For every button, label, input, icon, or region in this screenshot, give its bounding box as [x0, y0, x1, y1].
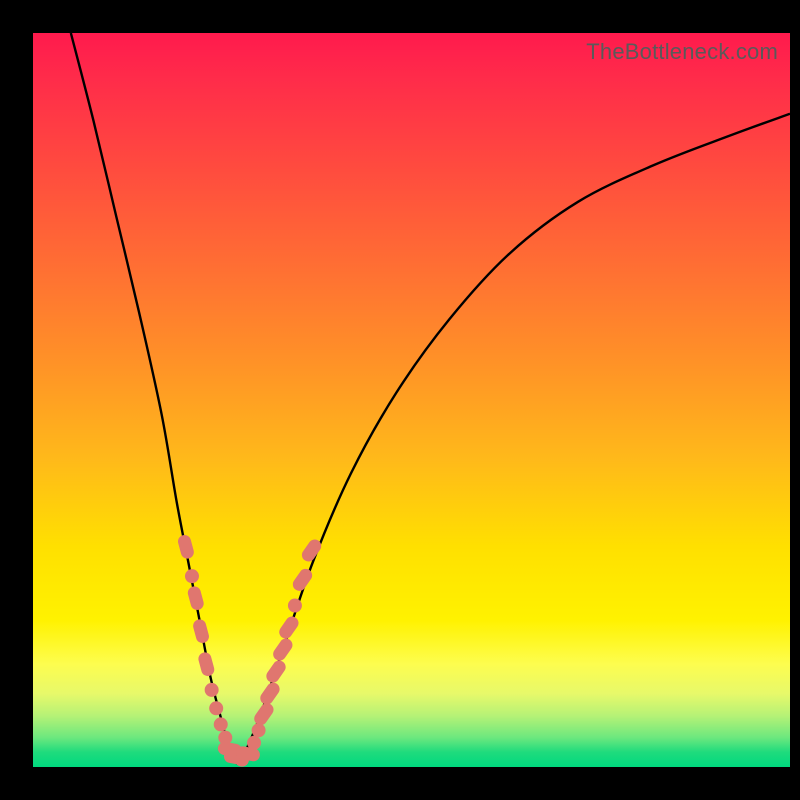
bottleneck-curve [71, 33, 790, 763]
marker-pill [177, 534, 196, 561]
marker-dot [185, 569, 199, 583]
marker-pill [264, 658, 288, 685]
marker-pill [252, 701, 276, 728]
marker-pill [186, 585, 205, 612]
chart-frame: TheBottleneck.com [0, 0, 800, 800]
marker-pill [258, 680, 282, 707]
curve-path [71, 33, 790, 763]
curve-svg [33, 33, 790, 767]
marker-dot [247, 736, 261, 750]
marker-pill [192, 618, 211, 645]
marker-dot [288, 599, 302, 613]
plot-area: TheBottleneck.com [33, 33, 790, 767]
marker-pill [197, 651, 216, 678]
curve-markers [177, 534, 324, 767]
marker-pill [271, 636, 295, 663]
marker-dot [252, 723, 266, 737]
marker-dot [209, 701, 223, 715]
marker-dot [214, 717, 228, 731]
marker-dot [205, 683, 219, 697]
marker-pill [277, 614, 301, 641]
